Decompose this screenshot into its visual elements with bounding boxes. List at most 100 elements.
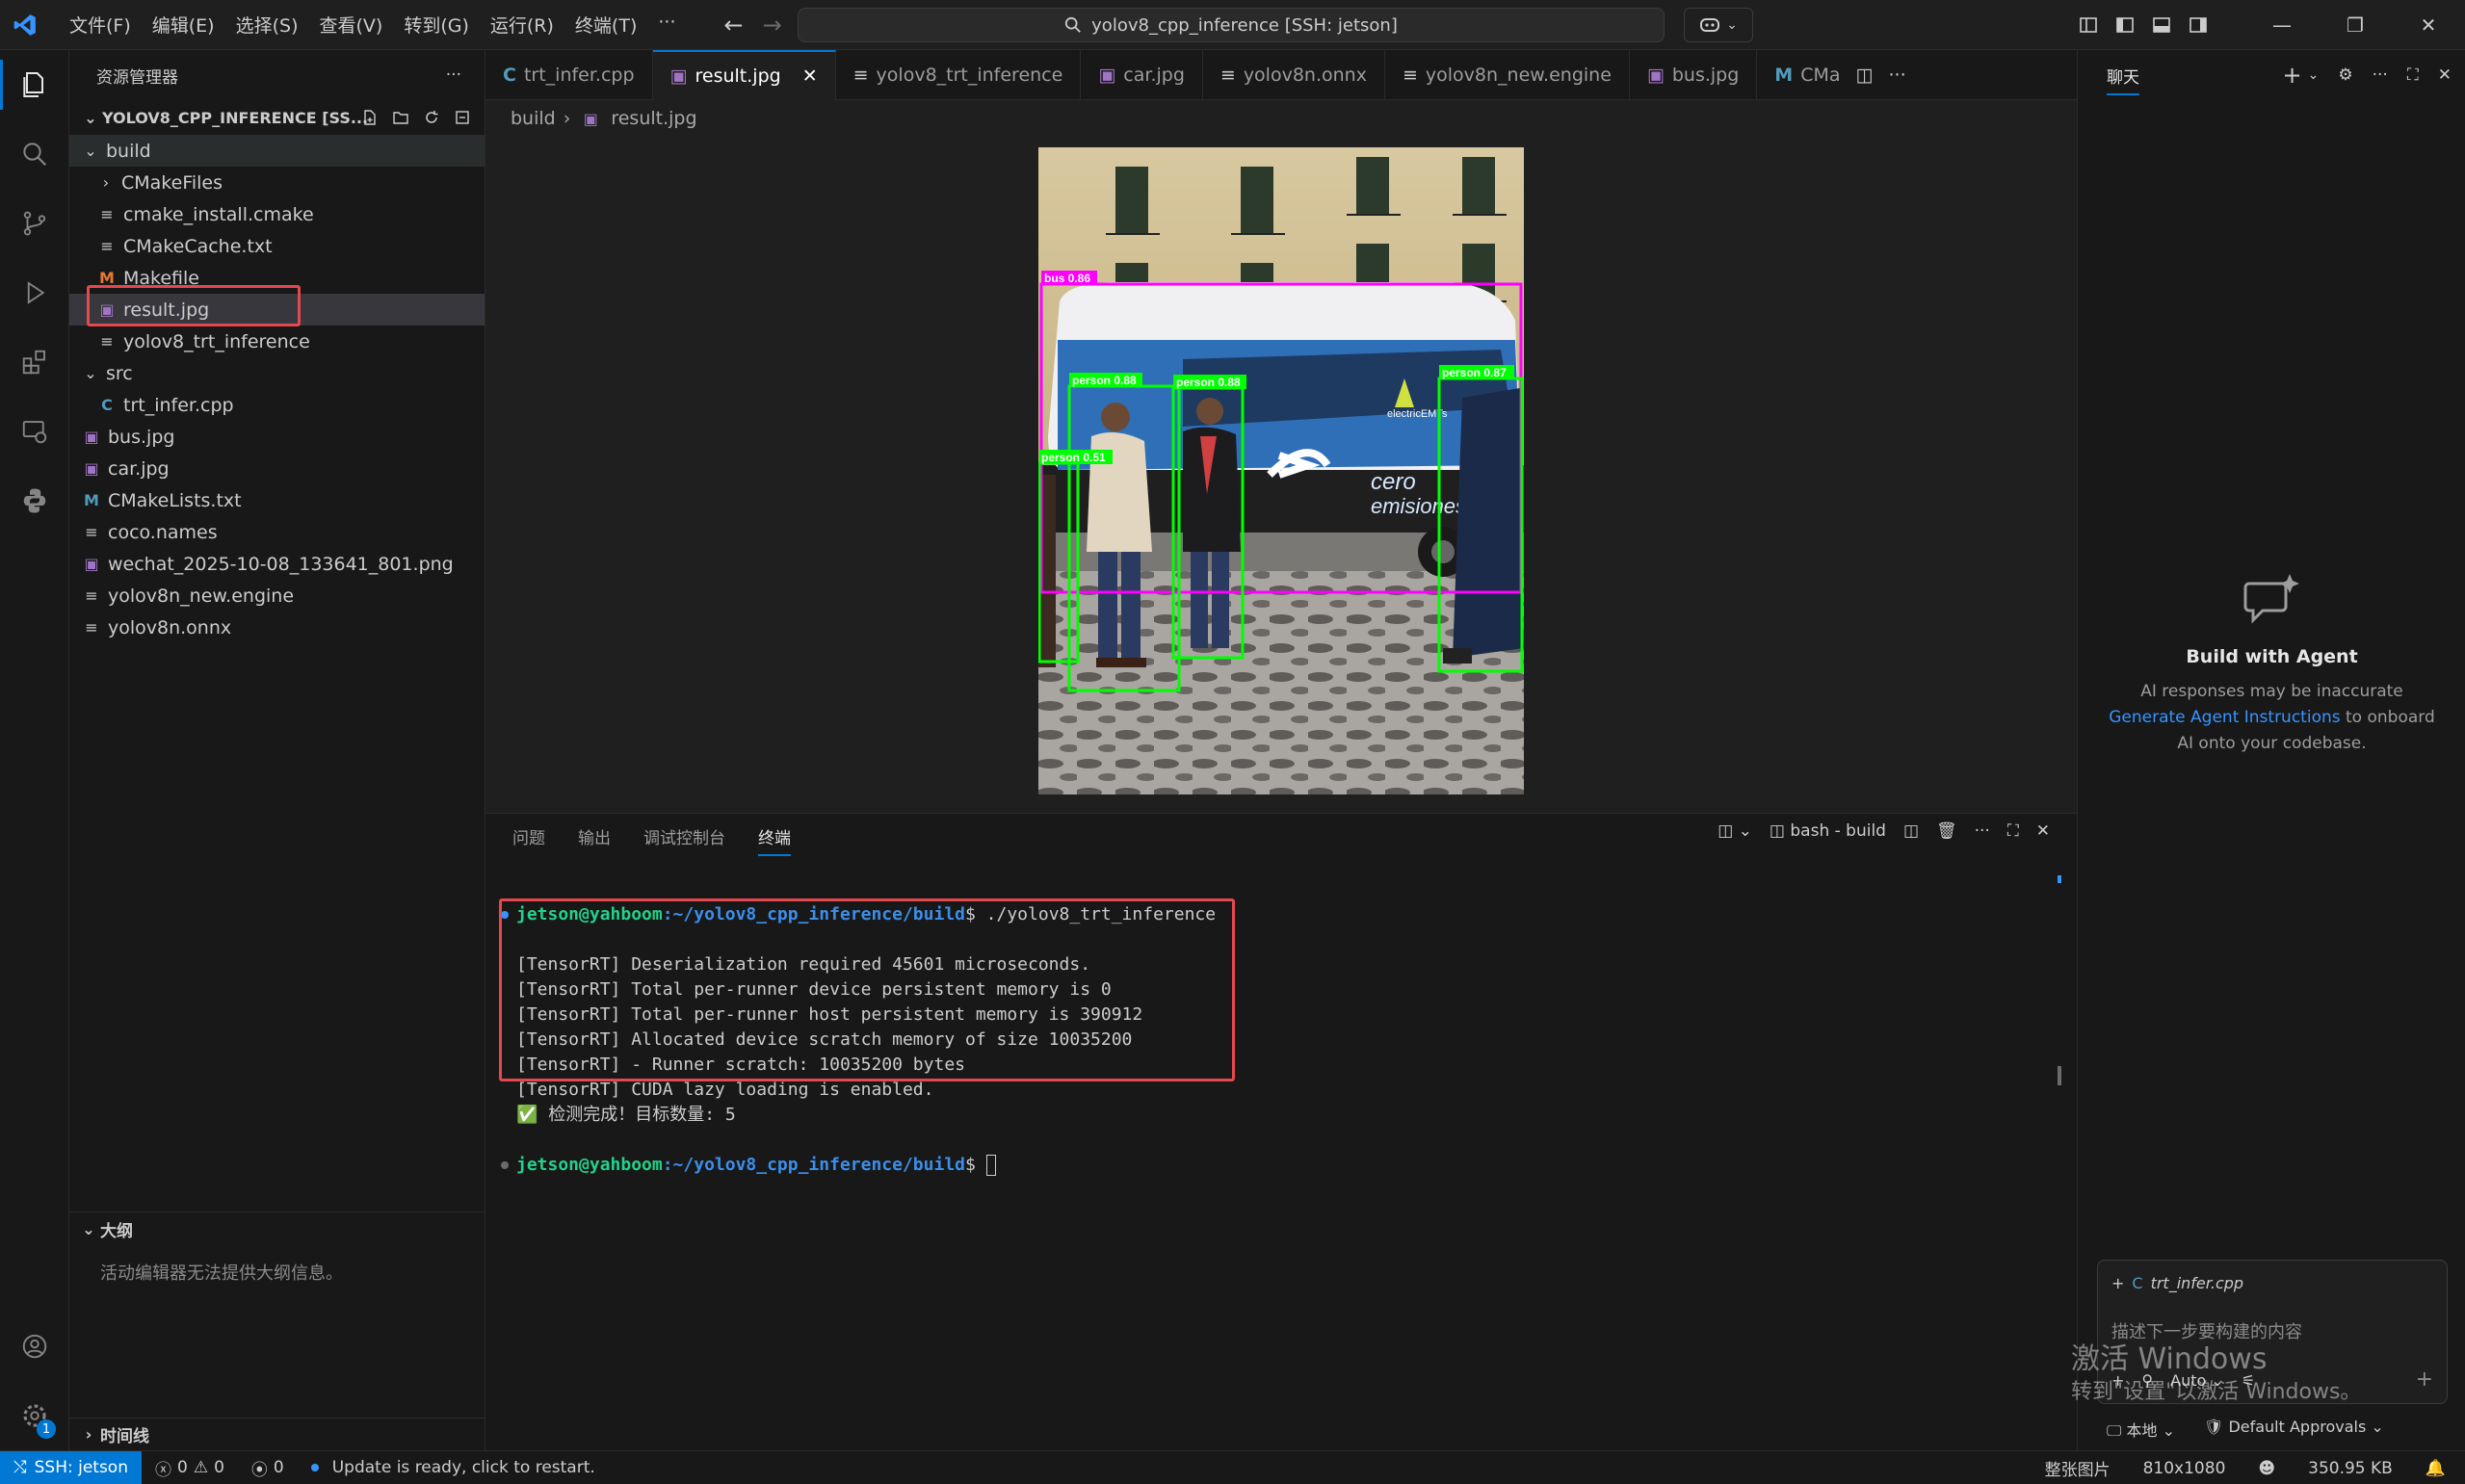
local-select[interactable]: 🖵 本地 ⌄ xyxy=(2107,1418,2175,1441)
panel-tab[interactable]: 终端 xyxy=(758,817,791,856)
menu-item[interactable]: 运行(R) xyxy=(481,6,564,43)
trash-icon[interactable]: 🗑 xyxy=(1936,821,1957,841)
chat-title[interactable]: 聊天 xyxy=(2107,56,2139,95)
back-arrow-icon[interactable]: ← xyxy=(723,12,743,39)
tree-item[interactable]: ⌄ src xyxy=(69,357,485,389)
menu-item[interactable]: 编辑(E) xyxy=(143,6,224,43)
customize-layout-icon[interactable] xyxy=(2070,7,2107,43)
accounts-icon[interactable] xyxy=(0,1312,69,1381)
menu-bar: 文件(F) 编辑(E) 选择(S) 查看(V) 转到(G) 运行(R) 终端(T) ··· xyxy=(60,6,685,43)
tree-item[interactable]: ≡ coco.names xyxy=(69,516,485,548)
close-window-button[interactable]: ✕ xyxy=(2392,0,2465,50)
maximize-icon[interactable]: ⛶ xyxy=(2407,65,2419,85)
menu-item[interactable]: ··· xyxy=(648,6,685,43)
menu-item[interactable]: 选择(S) xyxy=(226,6,308,43)
approvals-select[interactable]: 🛡 Default Approvals ⌄ xyxy=(2204,1418,2384,1441)
new-chat-icon[interactable]: + xyxy=(2283,62,2302,89)
tree-item[interactable]: › CMakeFiles xyxy=(69,167,485,198)
split-terminal-icon[interactable]: ◫ ⌄ xyxy=(1718,821,1752,841)
chevron-down-icon[interactable]: ⌄ xyxy=(2308,67,2320,83)
refresh-icon[interactable] xyxy=(423,109,440,126)
chat-placeholder[interactable]: 描述下一步要构建的内容 xyxy=(2111,1318,2302,1343)
history-nav: ← → xyxy=(723,12,781,39)
source-control-icon[interactable] xyxy=(0,189,69,258)
tree-item[interactable]: ▣ car.jpg xyxy=(69,453,485,484)
tree-item[interactable]: ▣ bus.jpg xyxy=(69,421,485,453)
tree-item[interactable]: ▣ wechat_2025-10-08_133641_801.png xyxy=(69,548,485,580)
more-actions-icon[interactable]: ··· xyxy=(1888,65,1905,86)
forward-arrow-icon[interactable]: → xyxy=(763,12,782,39)
panel-tab[interactable]: 调试控制台 xyxy=(643,824,725,848)
more-actions-icon[interactable]: ··· xyxy=(446,65,461,85)
editor-tab[interactable]: ≡ yolov8_trt_inference xyxy=(836,50,1082,100)
minimize-button[interactable]: — xyxy=(2245,0,2319,50)
toggle-sidebar-icon[interactable] xyxy=(2107,7,2143,43)
tree-item[interactable]: ≡ CMakeCache.txt xyxy=(69,230,485,262)
editor-tab[interactable]: ▣ bus.jpg xyxy=(1630,50,1758,100)
python-icon[interactable] xyxy=(0,466,69,535)
editor-tab[interactable]: ▣ car.jpg xyxy=(1081,50,1203,100)
more-actions-icon[interactable]: ··· xyxy=(2373,65,2388,85)
tree-item[interactable]: M CMakeLists.txt xyxy=(69,484,485,516)
remote-explorer-icon[interactable] xyxy=(0,397,69,466)
problems-indicator[interactable]: ⓧ 0 ⚠ 0 xyxy=(142,1456,238,1480)
terminal-scrollbar[interactable] xyxy=(2058,875,2061,883)
menu-item[interactable]: 转到(G) xyxy=(394,6,479,43)
tree-item[interactable]: ≡ yolov8n.onnx xyxy=(69,612,485,643)
restore-button[interactable]: ❐ xyxy=(2319,0,2392,50)
breadcrumb-folder[interactable]: build xyxy=(511,108,556,129)
editor-tab-label: yolov8n_new.engine xyxy=(1425,65,1612,86)
split-icon[interactable]: ◫ xyxy=(1903,821,1919,841)
new-file-icon[interactable] xyxy=(361,109,379,126)
collapse-all-icon[interactable] xyxy=(454,109,471,126)
image-mode[interactable]: 整张图片 xyxy=(2045,1456,2111,1480)
maximize-panel-icon[interactable]: ⛶ xyxy=(2007,821,2019,841)
editor-tab[interactable]: ≡ yolov8n.onnx xyxy=(1203,50,1385,100)
ports-indicator[interactable]: ⦿ 0 xyxy=(238,1456,298,1480)
panel-tab[interactable]: 问题 xyxy=(512,824,545,848)
close-tab-icon[interactable]: ✕ xyxy=(802,65,818,87)
gear-icon[interactable]: ⚙ xyxy=(2338,65,2352,85)
editor-tab[interactable]: Ctrt_infer.cpp xyxy=(485,50,653,100)
tree-item[interactable]: Ctrt_infer.cpp xyxy=(69,389,485,421)
send-icon[interactable]: + xyxy=(2416,1367,2433,1392)
tree-item[interactable]: ≡ yolov8_trt_inference xyxy=(69,325,485,357)
explorer-icon[interactable] xyxy=(0,50,69,119)
add-context-icon[interactable]: + xyxy=(2111,1274,2124,1292)
outline-section-header[interactable]: ⌄ 大纲 xyxy=(69,1211,485,1246)
menu-item[interactable]: 终端(T) xyxy=(565,6,646,43)
chat-context[interactable]: + C trt_infer.cpp xyxy=(2111,1274,2243,1292)
copilot-button[interactable]: ⌄ xyxy=(1684,8,1753,42)
split-editor-icon[interactable]: ◫ xyxy=(1856,65,1874,86)
terminal-instance[interactable]: ◫ bash - build xyxy=(1770,821,1886,841)
editor-tab[interactable]: ▣ result.jpg ✕ xyxy=(652,50,836,100)
menu-item[interactable]: 文件(F) xyxy=(60,6,141,43)
update-notice[interactable]: Update is ready, click to restart. xyxy=(298,1458,609,1477)
extensions-icon[interactable] xyxy=(0,327,69,397)
remote-indicator[interactable]: ⤭ SSH: jetson xyxy=(0,1450,142,1484)
toggle-secondary-sidebar-icon[interactable] xyxy=(2180,7,2216,43)
run-debug-icon[interactable] xyxy=(0,258,69,327)
cpp-file-icon: C xyxy=(503,65,516,86)
new-folder-icon[interactable] xyxy=(392,109,409,126)
notifications-icon[interactable]: 🔔 xyxy=(2426,1459,2446,1478)
breadcrumb-file[interactable]: result.jpg xyxy=(611,108,696,129)
settings-gear-icon[interactable]: 1 xyxy=(0,1381,69,1450)
close-panel-icon[interactable]: ✕ xyxy=(2036,821,2050,841)
project-root[interactable]: ⌄ YOLOV8_CPP_INFERENCE [SS... xyxy=(69,100,485,135)
panel-tab[interactable]: 输出 xyxy=(578,824,611,848)
command-center-search[interactable]: yolov8_cpp_inference [SSH: jetson] xyxy=(798,8,1665,42)
tree-item[interactable]: ≡ cmake_install.cmake xyxy=(69,198,485,230)
copilot-status-icon[interactable]: ☻ xyxy=(2258,1459,2275,1478)
search-view-icon[interactable] xyxy=(0,119,69,189)
tree-item[interactable]: ≡ yolov8n_new.engine xyxy=(69,580,485,612)
close-chat-icon[interactable]: ✕ xyxy=(2438,65,2452,85)
menu-item[interactable]: 查看(V) xyxy=(310,6,393,43)
tree-item[interactable]: ⌄ build xyxy=(69,135,485,167)
editor-tab[interactable]: ≡ yolov8n_new.engine xyxy=(1385,50,1630,100)
editor-tab[interactable]: M CMa xyxy=(1757,50,1844,100)
more-actions-icon[interactable]: ··· xyxy=(1975,821,1990,841)
agent-instructions-link[interactable]: Generate Agent Instructions xyxy=(2109,708,2340,727)
timeline-section-header[interactable]: › 时间线 xyxy=(69,1418,485,1450)
toggle-panel-icon[interactable] xyxy=(2143,7,2180,43)
